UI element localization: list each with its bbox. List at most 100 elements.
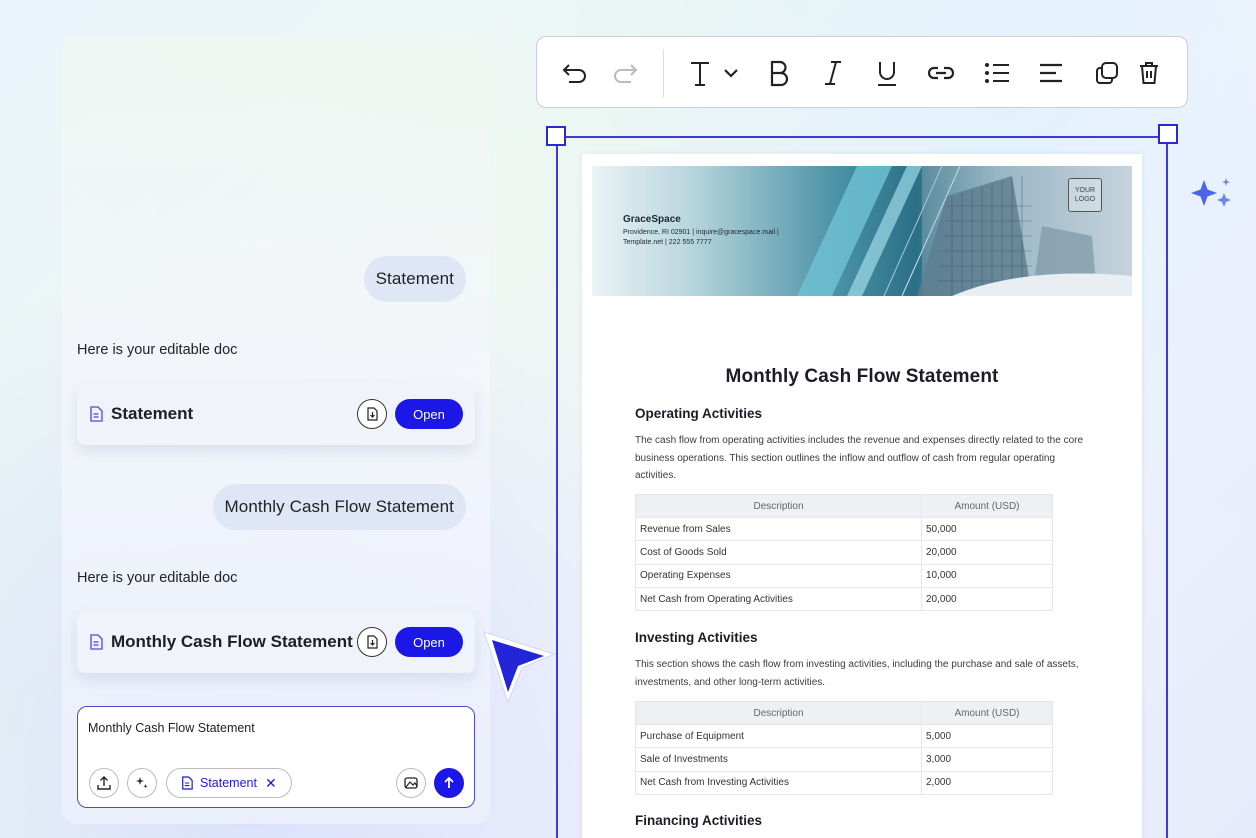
section-heading: Financing Activities: [635, 813, 763, 828]
column-header: Description: [635, 494, 922, 518]
section-paragraph: This section shows the cash flow from in…: [635, 659, 1079, 688]
document-icon: [182, 776, 193, 790]
document-page[interactable]: GraceSpace Providence, RI 02901 | inquir…: [582, 154, 1142, 838]
download-icon: [367, 407, 378, 421]
doc-card-statement: Statement Open: [77, 383, 475, 445]
bullet-list-button[interactable]: [981, 57, 1013, 89]
table-row: Net Cash from Operating Activities 20,000: [635, 586, 1053, 612]
undo-icon: [562, 64, 586, 83]
section-heading: Operating Activities: [635, 406, 763, 421]
send-button[interactable]: [434, 768, 464, 798]
user-message: Statement: [363, 256, 466, 302]
section-heading: Investing Activities: [635, 630, 758, 645]
table-cell: Purchase of Equipment: [635, 723, 922, 749]
table-row: Net Cash from Investing Activities 2,000: [635, 770, 1053, 795]
table-cell: 10,000: [921, 563, 1053, 588]
table-row: Sale of Investments 3,000: [635, 747, 1053, 772]
table-row: Revenue from Sales 50,000: [635, 516, 1053, 542]
table-cell: 20,000: [921, 540, 1053, 565]
open-button[interactable]: Open: [395, 627, 463, 657]
italic-icon: [825, 61, 841, 85]
address-line: Providence, RI 02901 | inquire@gracespac…: [623, 229, 779, 236]
table-cell: Net Cash from Investing Activities: [635, 770, 922, 795]
table-cell: 20,000: [921, 586, 1053, 612]
company-address: Providence, RI 02901 | inquire@gracespac…: [623, 228, 813, 248]
document-icon: [90, 634, 103, 650]
chat-panel: Statement Here is your editable doc Stat…: [62, 36, 490, 824]
bold-icon: [770, 60, 789, 87]
table-cell: 50,000: [921, 516, 1053, 542]
link-icon: [927, 66, 955, 80]
duplicate-button[interactable]: [1091, 57, 1123, 89]
address-line: Template.net | 222 555 7777: [623, 239, 712, 246]
table-cell: Sale of Investments: [635, 747, 922, 772]
underline-button[interactable]: [871, 57, 903, 89]
bold-button[interactable]: [763, 57, 795, 89]
table-cell: Net Cash from Operating Activities: [635, 586, 922, 612]
text-style-dropdown[interactable]: [687, 57, 745, 89]
logo-placeholder: YOUR LOGO: [1068, 178, 1102, 212]
document-title: Monthly Cash Flow Statement: [725, 366, 999, 387]
company-name: GraceSpace: [623, 214, 681, 225]
image-style-button[interactable]: [396, 768, 426, 798]
download-button[interactable]: [357, 399, 387, 429]
send-arrow-icon: [444, 776, 454, 788]
attachment-chip[interactable]: Statement ✕: [166, 768, 292, 798]
download-button[interactable]: [357, 627, 387, 657]
toolbar-divider: [663, 49, 664, 97]
text-style-icon: [691, 62, 738, 86]
duplicate-icon: [1096, 62, 1118, 84]
column-header: Description: [635, 701, 922, 725]
section-paragraph: The cash flow from operating activities …: [635, 435, 1084, 481]
image-icon: [404, 777, 418, 789]
resize-handle-top-right[interactable]: [1158, 124, 1178, 144]
attachment-chip-label: Statement: [200, 776, 257, 790]
doc-card-monthly-cash-flow: Monthly Cash Flow Statement Open: [77, 611, 475, 673]
operating-table: Description Amount (USD) Revenue from Sa…: [635, 494, 1053, 612]
remove-attachment-icon[interactable]: ✕: [265, 775, 277, 792]
column-header: Amount (USD): [921, 494, 1053, 518]
composer: Statement ✕: [77, 706, 475, 808]
sparkle-icon: [1191, 178, 1231, 207]
bot-message: Here is your editable doc: [77, 342, 238, 358]
document-icon: [90, 406, 103, 422]
table-cell: 2,000: [921, 770, 1053, 795]
align-left-icon: [1040, 63, 1062, 83]
table-cell: Operating Expenses: [635, 563, 922, 588]
align-left-button[interactable]: [1035, 57, 1067, 89]
table-cell: 3,000: [921, 747, 1053, 772]
upload-button[interactable]: [89, 768, 119, 798]
pointer-cursor-icon: [483, 631, 556, 704]
bullet-list-icon: [985, 63, 1009, 83]
doc-card-title: Statement: [111, 404, 194, 423]
delete-icon: [1140, 62, 1158, 84]
bot-message: Here is your editable doc: [77, 570, 238, 586]
open-button[interactable]: Open: [395, 399, 463, 429]
link-button[interactable]: [925, 57, 957, 89]
sparkle-icon: [136, 777, 148, 789]
table-row: Operating Expenses 10,000: [635, 563, 1053, 588]
document-banner: GraceSpace Providence, RI 02901 | inquir…: [592, 166, 1132, 296]
doc-card-title: Monthly Cash Flow Statement: [111, 632, 353, 651]
table-header-row: Description Amount (USD): [635, 494, 1053, 518]
ai-magic-button[interactable]: [127, 768, 157, 798]
table-cell: Revenue from Sales: [635, 516, 922, 542]
download-icon: [367, 635, 378, 649]
redo-icon: [614, 64, 638, 83]
table-cell: 5,000: [921, 723, 1053, 749]
table-row: Purchase of Equipment 5,000: [635, 723, 1053, 749]
column-header: Amount (USD): [921, 701, 1053, 725]
underline-icon: [878, 62, 896, 86]
user-message: Monthly Cash Flow Statement: [212, 484, 466, 530]
redo-button[interactable]: [609, 57, 641, 89]
table-row: Cost of Goods Sold 20,000: [635, 540, 1053, 565]
delete-button[interactable]: [1133, 57, 1165, 89]
investing-table: Description Amount (USD) Purchase of Equ…: [635, 701, 1053, 795]
prompt-input[interactable]: [88, 721, 458, 735]
upload-icon: [97, 776, 111, 790]
table-header-row: Description Amount (USD): [635, 701, 1053, 725]
undo-button[interactable]: [559, 57, 591, 89]
italic-button[interactable]: [817, 57, 849, 89]
resize-handle-top-left[interactable]: [546, 126, 566, 146]
table-cell: Cost of Goods Sold: [635, 540, 922, 565]
